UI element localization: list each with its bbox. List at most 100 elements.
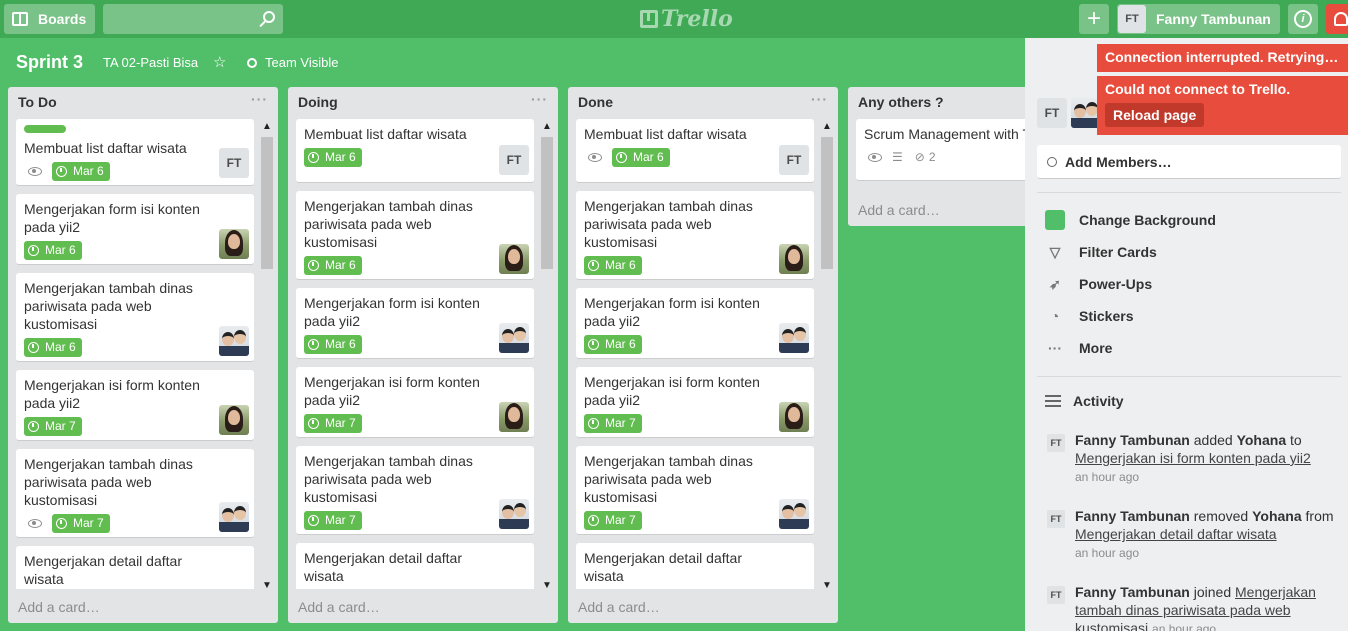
search-input[interactable] bbox=[103, 4, 283, 34]
list-title[interactable]: To Do bbox=[18, 94, 57, 110]
card[interactable]: Mengerjakan detail daftar wisata bbox=[576, 543, 814, 589]
card[interactable]: Mengerjakan isi form konten pada yii2 Ma… bbox=[296, 367, 534, 438]
card[interactable]: Mengerjakan tambah dinas pariwisata pada… bbox=[16, 273, 254, 362]
card[interactable]: Mengerjakan form isi konten pada yii2 Ma… bbox=[576, 288, 814, 359]
member-avatar[interactable] bbox=[219, 405, 249, 435]
add-card-link[interactable]: Add a card… bbox=[18, 599, 100, 615]
card[interactable]: Mengerjakan isi form konten pada yii2 Ma… bbox=[16, 370, 254, 441]
member-avatar[interactable] bbox=[499, 402, 529, 432]
menu-item-label: Change Background bbox=[1079, 212, 1216, 228]
member-avatar[interactable] bbox=[219, 502, 249, 532]
activity-user[interactable]: Fanny Tambunan bbox=[1075, 432, 1190, 448]
list-menu-icon[interactable]: ··· bbox=[811, 91, 828, 107]
activity-card-link[interactable]: Mengerjakan detail daftar wisata bbox=[1075, 526, 1277, 542]
activity-card-link[interactable]: Mengerjakan isi form konten pada yii2 bbox=[1075, 450, 1311, 466]
member-avatar[interactable]: FT bbox=[219, 148, 249, 178]
activity-user[interactable]: Fanny Tambunan bbox=[1075, 508, 1190, 524]
scroll-thumb[interactable] bbox=[261, 137, 273, 269]
scrollbar[interactable]: ▲ ▼ bbox=[260, 121, 274, 591]
power-ups-item[interactable]: ➶ Power-Ups bbox=[1045, 272, 1152, 296]
list-title[interactable]: Any others ? bbox=[858, 94, 944, 110]
activity-time[interactable]: an hour ago bbox=[1075, 546, 1139, 560]
card[interactable]: Membuat list daftar wisata Mar 6 FT bbox=[576, 119, 814, 183]
user-menu-button[interactable]: FT Fanny Tambunan bbox=[1117, 4, 1280, 34]
due-date: Mar 6 bbox=[325, 150, 356, 164]
list-title[interactable]: Doing bbox=[298, 94, 338, 110]
clock-icon bbox=[588, 417, 599, 429]
activity-time[interactable]: an hour ago bbox=[1152, 622, 1216, 631]
card[interactable]: Mengerjakan isi form konten pada yii2 Ma… bbox=[576, 367, 814, 438]
member-avatar[interactable] bbox=[219, 229, 249, 259]
list-menu-icon[interactable]: ··· bbox=[251, 91, 268, 107]
card[interactable]: Mengerjakan form isi konten pada yii2 Ma… bbox=[296, 288, 534, 359]
scroll-up-icon[interactable]: ▲ bbox=[822, 121, 832, 132]
member-avatar[interactable] bbox=[779, 244, 809, 274]
card[interactable]: Mengerjakan tambah dinas pariwisata pada… bbox=[296, 446, 534, 535]
member-avatar[interactable] bbox=[779, 323, 809, 353]
scroll-up-icon[interactable]: ▲ bbox=[262, 121, 272, 132]
card[interactable]: Mengerjakan tambah dinas pariwisata pada… bbox=[576, 191, 814, 280]
activity-target-user[interactable]: Yohana bbox=[1252, 508, 1302, 524]
search-icon[interactable] bbox=[263, 11, 275, 23]
due-date: Mar 7 bbox=[325, 513, 356, 527]
card-title: Mengerjakan form isi konten pada yii2 bbox=[24, 201, 200, 235]
avatar[interactable]: FT bbox=[1047, 510, 1065, 528]
card[interactable]: Mengerjakan detail daftar wisata bbox=[296, 543, 534, 589]
list-title[interactable]: Done bbox=[578, 94, 613, 110]
card[interactable]: Membuat list daftar wisata Mar 6 FT bbox=[16, 119, 254, 186]
scroll-down-icon[interactable]: ▼ bbox=[542, 580, 552, 591]
board-team[interactable]: TA 02-Pasti Bisa bbox=[103, 55, 198, 70]
add-card-link[interactable]: Add a card… bbox=[578, 599, 660, 615]
scrollbar[interactable]: ▲ ▼ bbox=[540, 121, 554, 591]
member-avatar[interactable]: FT bbox=[1037, 98, 1067, 128]
card[interactable]: Mengerjakan tambah dinas pariwisata pada… bbox=[296, 191, 534, 280]
stickers-item[interactable]: ◔ Stickers bbox=[1045, 304, 1134, 328]
reload-page-button[interactable]: Reload page bbox=[1105, 103, 1205, 127]
member-avatar[interactable] bbox=[779, 499, 809, 529]
card[interactable]: Mengerjakan detail daftar wisata bbox=[16, 546, 254, 589]
add-card-link[interactable]: Add a card… bbox=[858, 202, 940, 218]
scroll-down-icon[interactable]: ▼ bbox=[822, 580, 832, 591]
card-title: Mengerjakan tambah dinas pariwisata pada… bbox=[584, 453, 753, 505]
add-members-button[interactable]: Add Members… bbox=[1037, 145, 1341, 179]
filter-cards-item[interactable]: ▽ Filter Cards bbox=[1045, 240, 1157, 264]
card[interactable]: Mengerjakan tambah dinas pariwisata pada… bbox=[16, 449, 254, 538]
add-card-link[interactable]: Add a card… bbox=[298, 599, 380, 615]
member-avatar[interactable] bbox=[219, 326, 249, 356]
activity-header: Activity bbox=[1045, 393, 1124, 409]
board-title[interactable]: Sprint 3 bbox=[16, 52, 83, 73]
avatar[interactable]: FT bbox=[1047, 586, 1065, 604]
card[interactable]: Membuat list daftar wisata Mar 6 FT bbox=[296, 119, 534, 183]
activity-user[interactable]: Fanny Tambunan bbox=[1075, 584, 1190, 600]
clock-icon bbox=[56, 165, 67, 177]
info-button[interactable]: i bbox=[1288, 4, 1318, 34]
trello-logo[interactable]: Trello bbox=[640, 5, 733, 33]
description-icon: ☰ bbox=[892, 150, 903, 164]
scroll-up-icon[interactable]: ▲ bbox=[542, 121, 552, 132]
scroll-thumb[interactable] bbox=[541, 137, 553, 269]
attachment-count: 2 bbox=[928, 150, 936, 164]
scroll-down-icon[interactable]: ▼ bbox=[262, 580, 272, 591]
member-avatar[interactable]: FT bbox=[779, 145, 809, 175]
activity-target-user[interactable]: Yohana bbox=[1237, 432, 1287, 448]
more-item[interactable]: ··· More bbox=[1045, 336, 1112, 360]
member-avatar[interactable]: FT bbox=[499, 145, 529, 175]
member-avatar[interactable] bbox=[499, 244, 529, 274]
member-avatar[interactable] bbox=[499, 499, 529, 529]
scrollbar[interactable]: ▲ ▼ bbox=[820, 121, 834, 591]
notifications-button[interactable] bbox=[1326, 4, 1348, 34]
card[interactable]: Mengerjakan tambah dinas pariwisata pada… bbox=[576, 446, 814, 535]
card[interactable]: Mengerjakan form isi konten pada yii2 Ma… bbox=[16, 194, 254, 265]
activity-time[interactable]: an hour ago bbox=[1075, 470, 1139, 484]
change-background-item[interactable]: Change Background bbox=[1045, 208, 1216, 232]
list-todo: To Do ··· Membuat list daftar wisata Mar… bbox=[8, 87, 278, 623]
boards-button[interactable]: Boards bbox=[4, 4, 95, 34]
member-avatar[interactable] bbox=[499, 323, 529, 353]
scroll-thumb[interactable] bbox=[821, 137, 833, 269]
list-menu-icon[interactable]: ··· bbox=[531, 91, 548, 107]
star-icon[interactable]: ☆ bbox=[213, 53, 226, 71]
avatar[interactable]: FT bbox=[1047, 434, 1065, 452]
visibility-button[interactable]: Team Visible bbox=[247, 55, 338, 70]
add-button[interactable]: + bbox=[1079, 4, 1109, 34]
member-avatar[interactable] bbox=[779, 402, 809, 432]
